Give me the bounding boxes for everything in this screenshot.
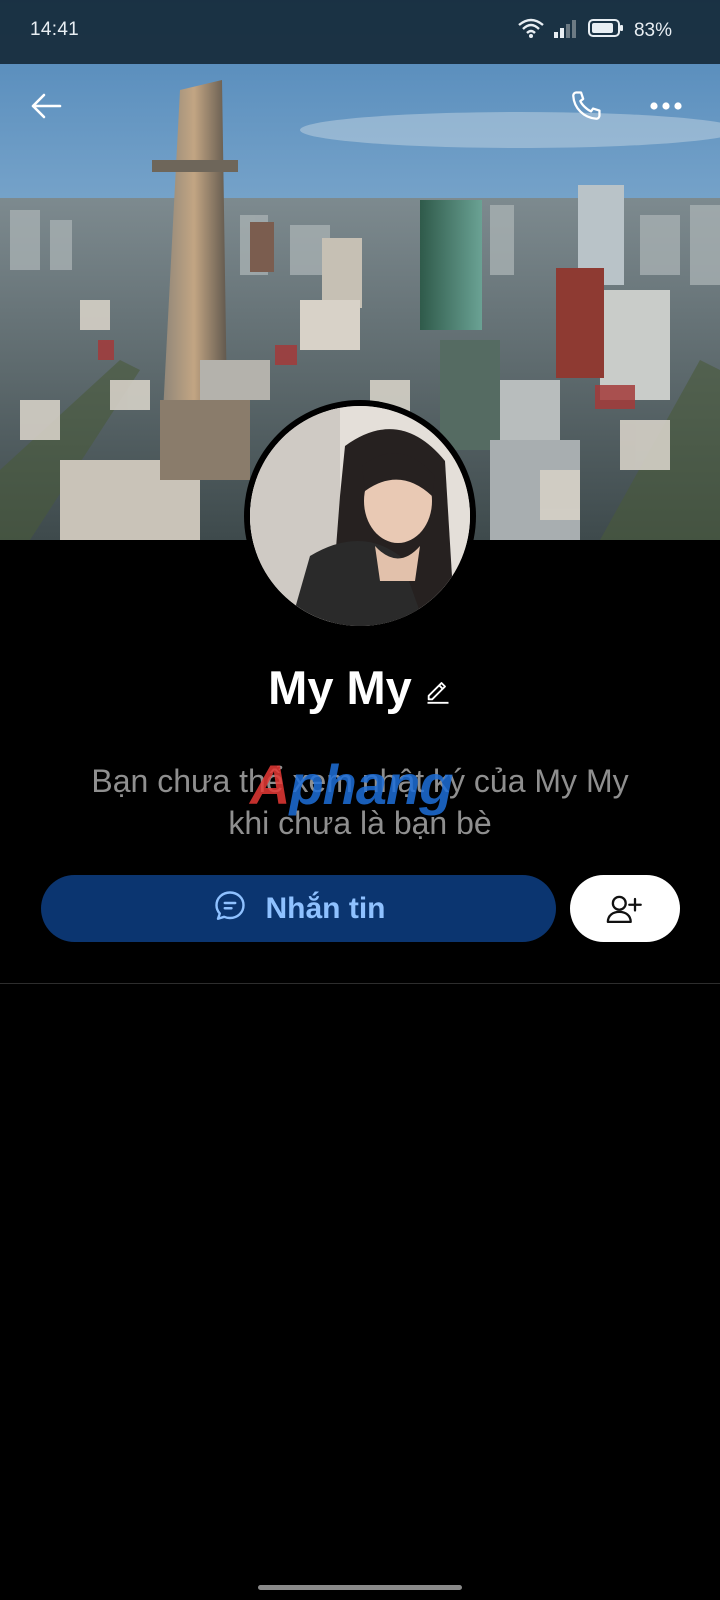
avatar-photo [250, 406, 470, 626]
call-button[interactable] [562, 82, 610, 130]
status-indicators: 83% [518, 18, 672, 43]
signal-icon [553, 18, 578, 43]
phone-icon [572, 91, 601, 120]
status-bar: 14:41 83% [0, 0, 720, 64]
section-divider [0, 983, 720, 984]
back-button[interactable] [22, 82, 70, 130]
avatar[interactable] [244, 400, 476, 632]
more-button[interactable] [642, 82, 690, 130]
profile-name: My My [268, 661, 412, 714]
message-button-label: Nhắn tin [265, 891, 386, 925]
battery-percentage: 83% [633, 19, 672, 41]
more-dots-icon [650, 102, 682, 110]
home-indicator[interactable] [258, 1585, 462, 1590]
add-friend-button[interactable] [570, 875, 680, 942]
profile-name-row: My My [0, 660, 720, 715]
add-friend-icon [606, 895, 642, 923]
pencil-icon[interactable] [424, 676, 452, 704]
message-button[interactable]: Nhắn tin [41, 875, 556, 942]
chat-bubble-icon [212, 888, 248, 929]
arrow-left-icon [31, 93, 62, 119]
status-time: 14:41 [30, 19, 80, 40]
wifi-icon [518, 18, 544, 43]
battery-icon [587, 18, 624, 43]
watermark-logo: Aphang [250, 753, 453, 816]
